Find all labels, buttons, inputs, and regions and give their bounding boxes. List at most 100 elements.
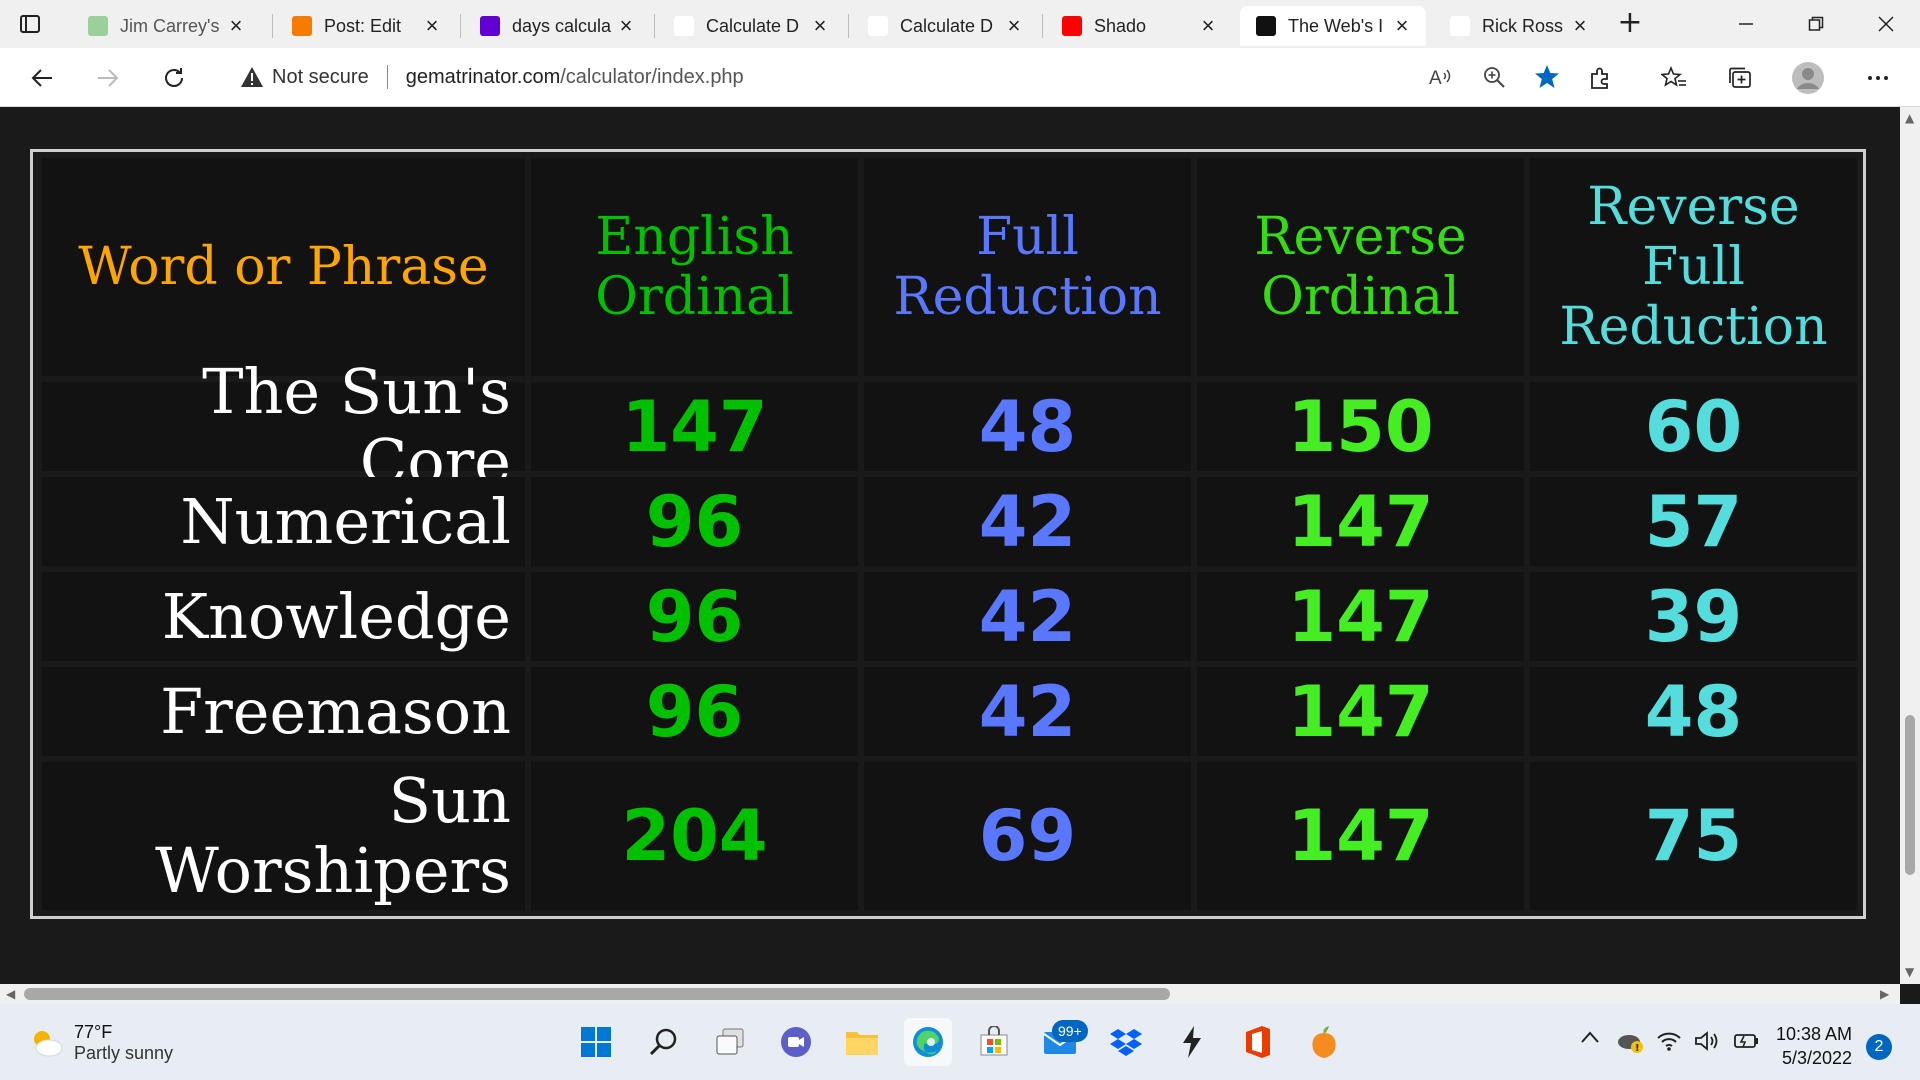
vertical-scroll-thumb[interactable] — [1905, 715, 1915, 875]
value-cell-text: 69 — [978, 795, 1077, 877]
value-cell-text: 60 — [1644, 385, 1743, 468]
scroll-down-arrow-icon[interactable]: ▼ — [1905, 965, 1914, 979]
restore-button[interactable] — [1786, 6, 1846, 42]
refresh-icon — [165, 68, 183, 87]
settings-more-button[interactable] — [1860, 60, 1896, 96]
edge-button[interactable] — [904, 1018, 952, 1066]
column-header: Reverse Full Reduction — [1530, 158, 1857, 376]
wifi-button[interactable] — [1656, 1030, 1682, 1052]
task-view-icon — [716, 1028, 744, 1055]
phrase-cell: Numerical — [42, 477, 525, 566]
tab-close-icon[interactable]: × — [1568, 13, 1592, 39]
minimize-button[interactable] — [1716, 6, 1776, 42]
scroll-right-arrow-icon[interactable]: ▶ — [1880, 987, 1889, 1001]
browser-tab[interactable]: days calcula × — [464, 6, 650, 46]
back-button[interactable] — [24, 60, 60, 96]
weather-desc: Partly sunny — [74, 1043, 174, 1063]
tab-close-icon[interactable]: × — [614, 13, 638, 39]
browser-tab[interactable]: Post: Edit × — [276, 6, 456, 46]
battery-button[interactable] — [1732, 1030, 1760, 1052]
blogger-icon — [292, 16, 312, 36]
tab-title: days calcula — [512, 15, 612, 36]
tab-close-icon[interactable]: × — [808, 13, 832, 39]
column-header-text: Word or Phrase — [78, 237, 489, 297]
task-view-button[interactable] — [706, 1018, 754, 1066]
extensions-button[interactable] — [1582, 60, 1618, 96]
value-cell: 48 — [1530, 667, 1857, 756]
office-button[interactable] — [1234, 1018, 1282, 1066]
cloud-tray-button[interactable]: ! — [1616, 1030, 1646, 1054]
dropbox-button[interactable] — [1102, 1018, 1150, 1066]
address-bar[interactable]: Not secure gematrinator.com/calculator/i… — [216, 56, 1580, 98]
value-cell: 147 — [1197, 477, 1524, 566]
value-cell: 48 — [864, 382, 1191, 471]
tab-close-icon[interactable]: × — [420, 13, 444, 39]
tab-close-icon[interactable]: × — [1196, 13, 1220, 39]
weather-widget[interactable]: 77°F Partly sunny — [28, 1022, 173, 1064]
column-header: English Ordinal — [531, 158, 858, 376]
collections-button[interactable] — [1722, 60, 1758, 96]
search-button[interactable] — [640, 1018, 688, 1066]
horizontal-scrollbar[interactable]: ◀ ▶ — [0, 984, 1900, 1004]
zoom-icon[interactable] — [1482, 65, 1506, 94]
profile-avatar[interactable] — [1790, 60, 1826, 96]
warning-icon[interactable] — [240, 65, 264, 89]
value-cell-text: 147 — [621, 385, 768, 468]
favorite-star-icon[interactable] — [1534, 64, 1560, 95]
browser-tab[interactable]: Jim Carrey's × — [72, 6, 260, 46]
clock[interactable]: 10:38 AM 5/3/2022 — [1776, 1022, 1852, 1070]
read-aloud-icon[interactable]: A — [1428, 65, 1454, 94]
new-tab-button[interactable]: + — [1612, 8, 1648, 40]
folder-icon — [846, 1032, 878, 1055]
tab-close-icon[interactable]: × — [224, 13, 248, 39]
store-button[interactable] — [970, 1018, 1018, 1066]
colorful-dots-icon — [674, 16, 694, 36]
weather-temp: 77°F — [74, 1022, 113, 1042]
browser-tab[interactable]: Rick Ross –× — [1434, 6, 1604, 46]
phrase-cell-text: Sun Worshipers — [155, 764, 511, 907]
tab-close-icon[interactable]: × — [1390, 13, 1414, 39]
file-explorer-button[interactable] — [838, 1018, 886, 1066]
value-cell: 42 — [864, 572, 1191, 661]
tab-close-icon[interactable]: × — [1002, 13, 1026, 39]
tab-title: Shado — [1094, 15, 1147, 36]
phrase-cell-text: The Sun's Core — [202, 354, 511, 498]
browser-toolbar: Not secure gematrinator.com/calculator/i… — [0, 48, 1920, 107]
browser-tab[interactable]: The Web's I × — [1240, 6, 1426, 46]
start-button[interactable] — [572, 1018, 620, 1066]
value-cell: 150 — [1197, 382, 1524, 471]
browser-tab[interactable]: Calculate D × — [852, 6, 1038, 46]
horizontal-scroll-thumb[interactable] — [24, 988, 1170, 1000]
column-header-text: Full Reduction — [893, 207, 1162, 327]
url-text[interactable]: gematrinator.com/calculator/index.php — [406, 66, 744, 89]
phrase-cell-text: Knowledge — [161, 579, 511, 653]
forward-button[interactable] — [90, 60, 126, 96]
scroll-up-arrow-icon[interactable]: ▲ — [1905, 111, 1914, 125]
browser-tab[interactable]: Calculate D × — [658, 6, 844, 46]
tab-separator — [460, 14, 461, 38]
notification-count-badge[interactable]: 2 — [1866, 1034, 1892, 1060]
value-cell-text: 42 — [978, 480, 1077, 563]
value-cell: 39 — [1530, 572, 1857, 661]
value-cell: 69 — [864, 762, 1191, 910]
column-header-text: English Ordinal — [595, 207, 794, 327]
restore-icon — [1808, 16, 1824, 31]
vertical-scrollbar[interactable]: ▲ ▼ — [1900, 107, 1920, 984]
scroll-left-arrow-icon[interactable]: ◀ — [6, 987, 15, 1001]
minimize-icon — [1739, 23, 1753, 25]
browser-tab[interactable]: Shado × — [1046, 6, 1232, 46]
volume-button[interactable] — [1694, 1030, 1720, 1052]
tab-actions-button[interactable] — [16, 10, 44, 38]
favorites-button[interactable] — [1656, 60, 1692, 96]
chat-button[interactable] — [772, 1018, 820, 1066]
gematria-results-table: Word or Phrase English Ordinal Full Reduct… — [30, 149, 1866, 919]
lightning-app-button[interactable] — [1168, 1018, 1216, 1066]
close-window-button[interactable] — [1856, 6, 1916, 42]
value-cell-text: 57 — [1644, 480, 1743, 563]
yahoo-icon — [480, 16, 500, 36]
refresh-button[interactable] — [156, 60, 192, 96]
fl-studio-button[interactable] — [1300, 1018, 1348, 1066]
security-label[interactable]: Not secure — [272, 66, 369, 89]
show-hidden-icons-button[interactable] — [1580, 1030, 1600, 1044]
value-cell: 147 — [1197, 572, 1524, 661]
